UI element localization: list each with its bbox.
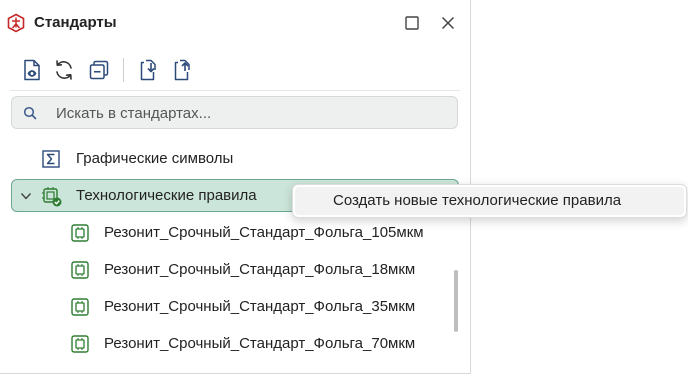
tree-item-label: Резонит_Срочный_Стандарт_Фольга_105мкм (104, 224, 424, 241)
collapse-all-icon[interactable] (87, 58, 111, 82)
maximize-icon[interactable] (402, 13, 422, 33)
sigma-icon (42, 150, 60, 168)
tree-item-label: Резонит_Срочный_Стандарт_Фольга_35мкм (104, 298, 416, 315)
toolbar (0, 54, 470, 88)
export-icon[interactable] (170, 58, 194, 82)
chip-icon (71, 224, 89, 242)
chip-icon (71, 298, 89, 316)
close-icon[interactable] (438, 13, 458, 33)
chevron-down-icon[interactable] (19, 189, 33, 203)
tree-item-label: Технологические правила (76, 187, 257, 204)
tree-item-graphic-symbols[interactable]: Графические символы (0, 143, 460, 175)
tree-item-label: Графические символы (76, 150, 234, 167)
import-icon[interactable] (136, 58, 160, 82)
chip-check-icon (42, 187, 62, 207)
search-input[interactable] (56, 103, 446, 123)
document-eye-icon[interactable] (20, 58, 44, 82)
panel-title: Стандарты (34, 14, 117, 31)
chip-icon (71, 261, 89, 279)
context-menu: Создать новые технологические правила (292, 184, 687, 218)
tree-item-label: Резонит_Срочный_Стандарт_Фольга_70мкм (104, 335, 416, 352)
context-menu-item-create-rules[interactable]: Создать новые технологические правила (295, 187, 684, 215)
toolbar-separator (123, 58, 124, 82)
standards-icon (7, 13, 25, 33)
tree-item-rule-70[interactable]: Резонит_Срочный_Стандарт_Фольга_70мкм (0, 328, 450, 360)
search-icon (23, 106, 37, 120)
panel-header: Стандарты (0, 0, 470, 46)
tree-item-rule-105[interactable]: Резонит_Срочный_Стандарт_Фольга_105мкм (0, 217, 450, 249)
chip-icon (71, 335, 89, 353)
search-box[interactable] (11, 96, 458, 129)
tree-item-rule-35[interactable]: Резонит_Срочный_Стандарт_Фольга_35мкм (0, 291, 450, 323)
vertical-scrollbar[interactable] (454, 270, 458, 332)
toolbar-divider (10, 90, 460, 91)
refresh-icon[interactable] (52, 58, 76, 82)
tree-item-rule-18[interactable]: Резонит_Срочный_Стандарт_Фольга_18мкм (0, 254, 450, 286)
tree-item-label: Резонит_Срочный_Стандарт_Фольга_18мкм (104, 261, 416, 278)
